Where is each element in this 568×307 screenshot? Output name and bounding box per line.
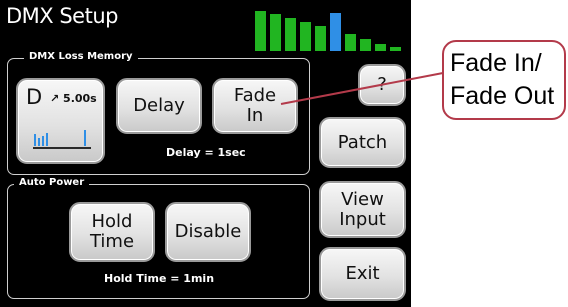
hold-time-button[interactable]: Hold Time [69,202,155,262]
screen-title: DMX Setup [6,4,118,28]
exit-button[interactable]: Exit [319,247,406,301]
disable-button[interactable]: Disable [165,202,251,262]
mode-letter: D [26,85,43,109]
signal-meter-bar [300,22,311,51]
fade-in-button[interactable]: Fade In [212,78,298,134]
dmx-loss-memory-legend: DMX Loss Memory [24,51,138,62]
mode-button[interactable]: D ↗ 5.00s [16,78,105,164]
hold-time-status: Hold Time = 1min [104,272,215,285]
signal-meter [255,11,409,51]
dmx-level-mini-graph-icon [33,130,91,149]
callout-line-2: Fade Out [450,82,555,110]
fade-callout: Fade In/ Fade Out [442,40,566,120]
signal-meter-bar [270,14,281,51]
signal-meter-bar [360,39,371,51]
signal-meter-bar [255,11,266,51]
help-button[interactable]: ? [358,64,406,106]
signal-meter-bar [330,13,341,51]
signal-meter-bar [285,18,296,51]
device-screen: DMX Setup DMX Loss Memory D ↗ 5.00s Dela… [0,0,411,307]
delay-button[interactable]: Delay [116,78,202,134]
signal-meter-bar [390,47,401,51]
patch-button[interactable]: Patch [319,117,406,168]
signal-meter-bar [315,26,326,51]
fade-rate-value: ↗ 5.00s [50,92,97,105]
auto-power-legend: Auto Power [14,177,90,188]
callout-line-1: Fade In/ [450,49,542,77]
view-input-button[interactable]: View Input [319,181,406,238]
delay-status: Delay = 1sec [166,146,246,159]
signal-meter-bar [375,44,386,51]
signal-meter-bar [345,34,356,51]
